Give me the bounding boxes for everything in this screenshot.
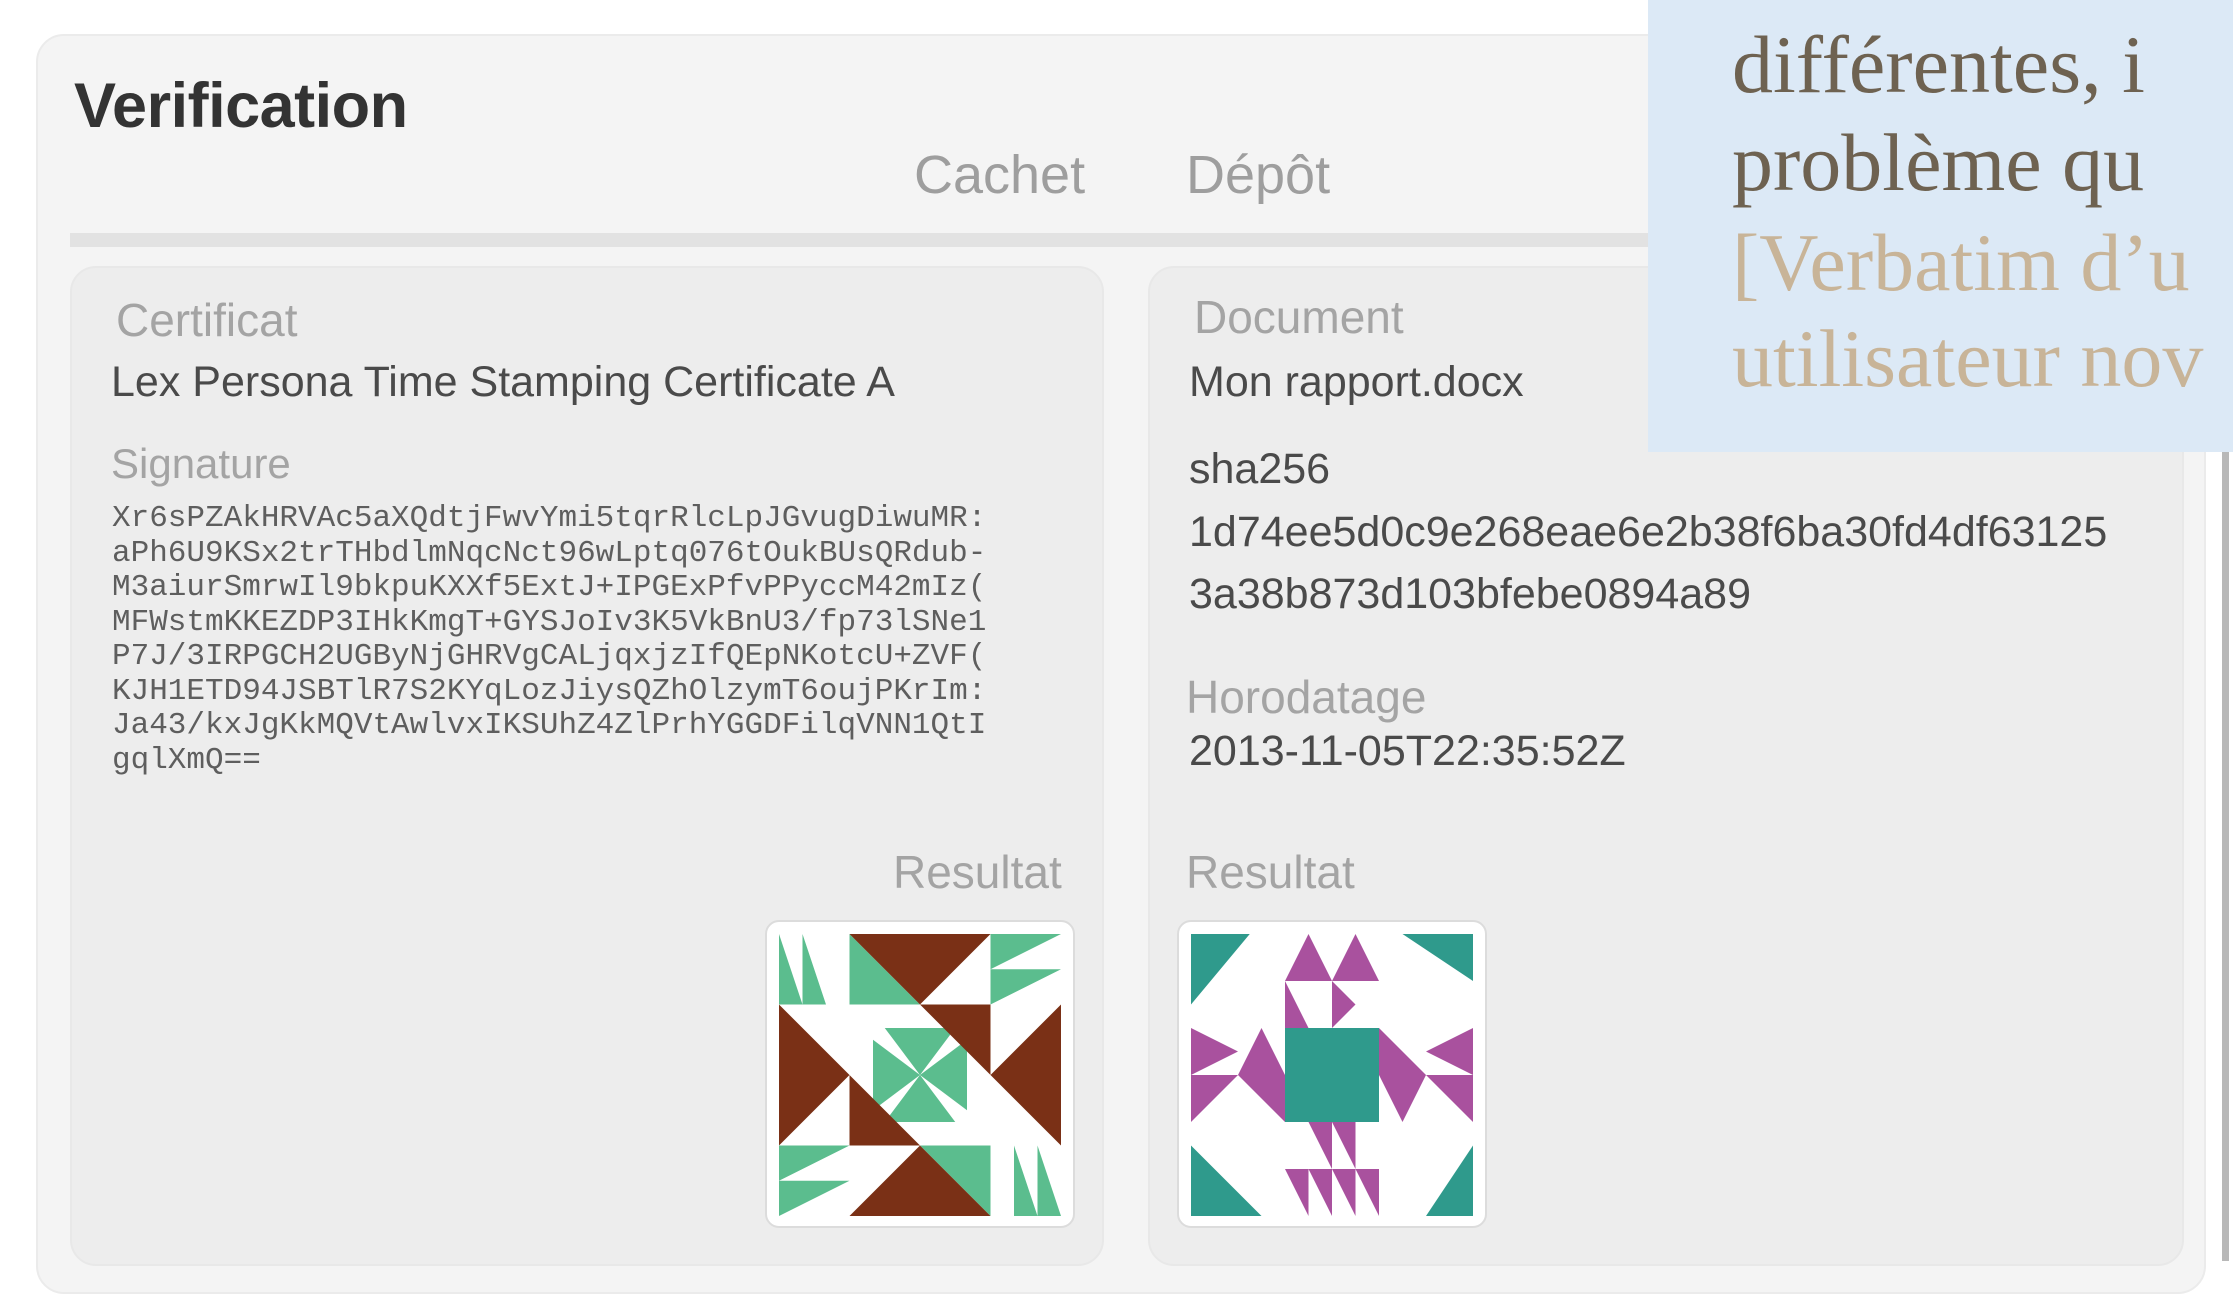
horodatage-value: 2013-11-05T22:35:52Z xyxy=(1189,727,1626,775)
certificat-label: Certificat xyxy=(116,294,298,346)
caption-overlay: différentes, i problème qu [Verbatim d’u… xyxy=(1648,0,2233,452)
document-value: Mon rapport.docx xyxy=(1189,358,1524,406)
certificat-value: Lex Persona Time Stamping Certificate A xyxy=(111,358,895,406)
overlay-line-3: [Verbatim d’u xyxy=(1732,217,2190,308)
horodatage-label: Horodatage xyxy=(1186,671,1427,723)
certificate-result-label: Resultat xyxy=(893,846,1062,898)
hash-value-line-2: 3a38b873d103bfebe0894a89 xyxy=(1189,570,1751,618)
overlay-line-4: utilisateur nov xyxy=(1732,313,2204,404)
document-label: Document xyxy=(1194,291,1404,343)
overlay-line-1: différentes, i xyxy=(1732,19,2145,110)
signature-label: Signature xyxy=(111,440,291,487)
identicon-teal-purple-icon xyxy=(1191,934,1473,1216)
signature-value: Xr6sPZAkHRVAc5aXQdtjFwvYmi5tqrRlcLpJGvug… xyxy=(112,502,987,778)
hash-algorithm-label: sha256 xyxy=(1189,445,1331,493)
hash-value-line-1: 1d74ee5d0c9e268eae6e2b38f6ba30fd4df63125 xyxy=(1189,508,2108,556)
tab-depot[interactable]: Dépôt xyxy=(1186,144,1330,206)
identicon-green-brown-icon xyxy=(779,934,1061,1216)
document-result-label: Resultat xyxy=(1186,846,1355,898)
right-edge-divider xyxy=(2222,440,2229,1261)
overlay-line-2: problème qu xyxy=(1732,117,2145,208)
certificate-result-identicon xyxy=(765,920,1075,1228)
document-result-identicon xyxy=(1177,920,1487,1228)
tab-cachet[interactable]: Cachet xyxy=(914,144,1085,206)
page-title: Verification xyxy=(74,71,408,141)
